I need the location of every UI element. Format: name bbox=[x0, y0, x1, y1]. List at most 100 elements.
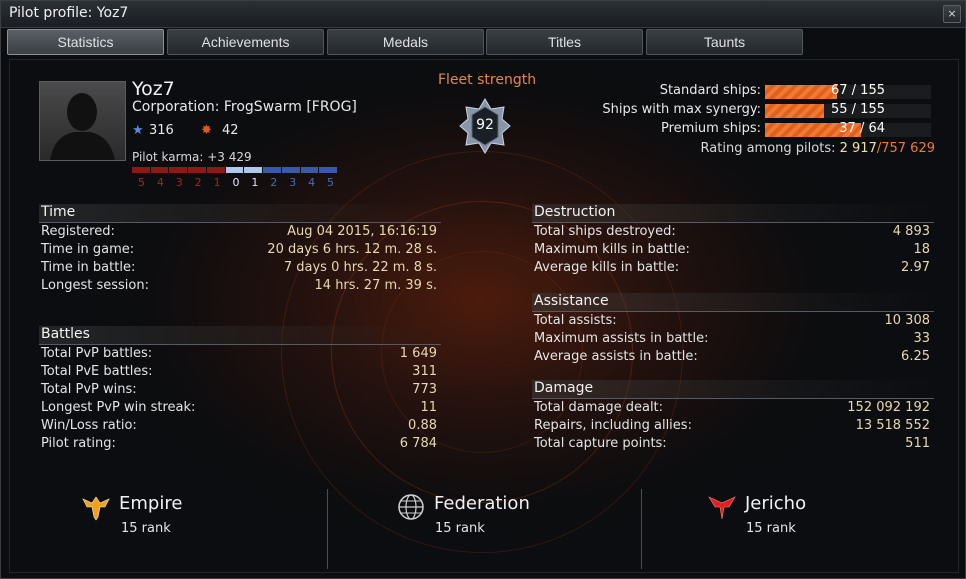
close-button[interactable]: × bbox=[943, 5, 961, 23]
stat-label: Average assists in battle: bbox=[534, 349, 698, 364]
stat-value: 7 days 0 hrs. 22 m. 8 s. bbox=[283, 260, 437, 275]
ship-progress-value: 55 / 155 bbox=[831, 102, 885, 117]
tab-titles[interactable]: Titles bbox=[486, 29, 643, 55]
stat-row: Repairs, including allies: 13 518 552 bbox=[532, 417, 934, 435]
karma-tick: 1 bbox=[251, 176, 259, 189]
jericho-emblem-icon bbox=[708, 496, 736, 520]
stars-count: 316 bbox=[149, 123, 174, 138]
karma-segment bbox=[188, 167, 206, 173]
section-time: Time Registered: Aug 04 2015, 16:16:19 Ti… bbox=[39, 204, 441, 295]
stat-value: 773 bbox=[412, 382, 437, 397]
ship-progress-value: 67 / 155 bbox=[831, 83, 885, 98]
stat-row: Total PvP battles: 1 649 bbox=[39, 345, 441, 363]
stat-row: Pilot rating: 6 784 bbox=[39, 435, 441, 453]
pilot-profile-window: Pilot profile: Yoz7 × Statistics Achieve… bbox=[0, 0, 966, 579]
stat-label: Pilot rating: bbox=[41, 436, 116, 451]
stat-row: Total PvE battles: 311 bbox=[39, 363, 441, 381]
kills-count: 42 bbox=[222, 123, 239, 138]
stat-row: Time in game: 20 days 6 hrs. 12 m. 28 s. bbox=[39, 241, 441, 259]
faction-jericho: Jericho 15 rank bbox=[707, 493, 907, 541]
stat-value: 33 bbox=[913, 331, 930, 346]
section-destruction: Destruction Total ships destroyed: 4 893 … bbox=[532, 204, 934, 277]
section-title: Damage bbox=[532, 380, 934, 399]
stat-row: Total assists: 10 308 bbox=[532, 312, 934, 330]
stat-row: Longest PvP win streak: 11 bbox=[39, 399, 441, 417]
faction-rank: 15 rank bbox=[121, 521, 171, 536]
stat-label: Average kills in battle: bbox=[534, 260, 680, 275]
stat-value: 152 092 192 bbox=[847, 400, 930, 415]
stat-label: Maximum assists in battle: bbox=[534, 331, 709, 346]
karma-segment bbox=[263, 167, 281, 173]
karma-bar bbox=[132, 167, 338, 173]
ship-progress-standard: Standard ships: 67 / 155 bbox=[561, 83, 931, 99]
stat-row: Total damage dealt: 152 092 192 bbox=[532, 399, 934, 417]
ship-progress-synergy: Ships with max synergy: 55 / 155 bbox=[561, 102, 931, 118]
stat-value: 11 bbox=[420, 400, 437, 415]
stat-row: Win/Loss ratio: 0.88 bbox=[39, 417, 441, 435]
stat-value: 6.25 bbox=[901, 349, 930, 364]
title-bar[interactable]: Pilot profile: Yoz7 × bbox=[1, 1, 965, 28]
star-icon: ★ bbox=[132, 123, 144, 138]
stat-row: Time in battle: 7 days 0 hrs. 22 m. 8 s. bbox=[39, 259, 441, 277]
stat-row: Total capture points: 511 bbox=[532, 435, 934, 453]
stat-row: Total PvP wins: 773 bbox=[39, 381, 441, 399]
tab-taunts[interactable]: Taunts bbox=[646, 29, 803, 55]
stat-label: Total ships destroyed: bbox=[534, 224, 676, 239]
stat-value: 10 308 bbox=[884, 313, 931, 328]
karma-segment bbox=[132, 167, 150, 173]
tab-statistics[interactable]: Statistics bbox=[7, 29, 164, 55]
tab-medals[interactable]: Medals bbox=[327, 29, 484, 55]
stat-label: Total damage dealt: bbox=[534, 400, 664, 415]
stat-value: 511 bbox=[905, 436, 930, 451]
section-title: Time bbox=[39, 204, 441, 223]
stat-value: 2.97 bbox=[901, 260, 930, 275]
faction-name: Empire bbox=[119, 493, 183, 514]
stat-row: Average assists in battle: 6.25 bbox=[532, 348, 934, 366]
faction-empire: Empire 15 rank bbox=[81, 493, 281, 541]
faction-rank: 15 rank bbox=[435, 521, 485, 536]
window-title: Pilot profile: Yoz7 bbox=[9, 5, 129, 21]
faction-rank: 15 rank bbox=[746, 521, 796, 536]
karma-tick: 0 bbox=[232, 176, 240, 189]
rating-label: Rating among pilots: bbox=[700, 141, 836, 156]
ship-progress-value: 37 / 64 bbox=[839, 121, 885, 136]
karma-segment bbox=[206, 167, 225, 173]
tab-achievements[interactable]: Achievements bbox=[167, 29, 324, 55]
rating-rank: 2 917 bbox=[839, 141, 877, 156]
karma-tick: 1 bbox=[213, 176, 221, 189]
ship-progress-premium: Premium ships: 37 / 64 bbox=[561, 121, 931, 137]
fleet-strength-title: Fleet strength bbox=[438, 72, 537, 88]
stat-value: 18 bbox=[913, 242, 930, 257]
faction-federation: Federation 15 rank bbox=[397, 493, 597, 541]
karma-segment bbox=[169, 167, 188, 173]
stat-value: 6 784 bbox=[399, 436, 437, 451]
karma-tick: 3 bbox=[289, 176, 297, 189]
ship-progress-label: Standard ships: bbox=[659, 83, 761, 98]
stat-label: Win/Loss ratio: bbox=[41, 418, 137, 433]
stat-value: 311 bbox=[412, 364, 437, 379]
karma-segment bbox=[281, 167, 300, 173]
section-title: Battles bbox=[39, 326, 441, 345]
stat-label: Repairs, including allies: bbox=[534, 418, 692, 433]
faction-name: Federation bbox=[434, 493, 530, 514]
pilot-corporation[interactable]: Corporation: FrogSwarm [FROG] bbox=[132, 99, 357, 115]
karma-segment bbox=[300, 167, 319, 173]
stat-label: Longest session: bbox=[41, 278, 149, 293]
karma-tick: 5 bbox=[327, 176, 335, 189]
section-title: Destruction bbox=[532, 204, 934, 223]
stat-row: Average kills in battle: 2.97 bbox=[532, 259, 934, 277]
federation-globe-icon bbox=[398, 494, 424, 520]
faction-name: Jericho bbox=[745, 493, 807, 514]
karma-tick: 2 bbox=[194, 176, 202, 189]
ship-progress-label: Premium ships: bbox=[660, 121, 761, 136]
section-assistance: Assistance Total assists: 10 308 Maximum … bbox=[532, 293, 934, 366]
pilot-rating-line: Rating among pilots: 2 917/757 629 bbox=[701, 141, 935, 156]
stat-label: Time in battle: bbox=[41, 260, 136, 275]
faction-divider bbox=[641, 489, 642, 569]
karma-tick: 4 bbox=[156, 176, 164, 189]
stat-label: Time in game: bbox=[41, 242, 135, 257]
stat-row: Maximum assists in battle: 33 bbox=[532, 330, 934, 348]
faction-divider bbox=[327, 489, 328, 569]
karma-tick: 5 bbox=[137, 176, 145, 189]
stat-label: Total PvP battles: bbox=[41, 346, 153, 361]
